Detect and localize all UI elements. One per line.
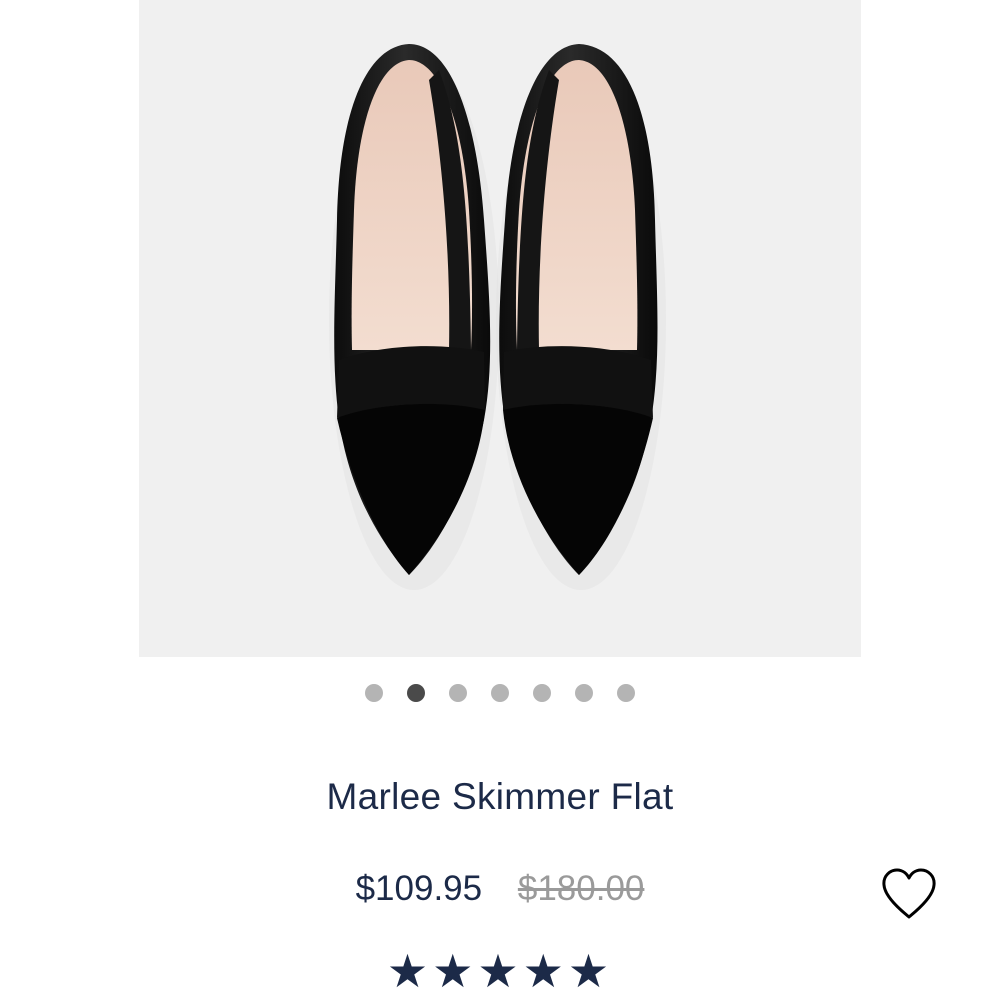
rating-stars[interactable]: ★★★★★ — [0, 948, 1000, 994]
carousel-dot-6[interactable] — [575, 684, 593, 702]
left-shoe — [329, 44, 499, 590]
carousel-dot-5[interactable] — [533, 684, 551, 702]
sale-price: $109.95 — [355, 869, 483, 908]
shoe-illustration — [329, 44, 666, 590]
product-title: Marlee Skimmer Flat — [326, 776, 674, 817]
image-carousel-dots — [0, 684, 1000, 704]
carousel-dot-4[interactable] — [491, 684, 509, 702]
original-price: $180.00 — [517, 869, 645, 908]
carousel-dot-3[interactable] — [449, 684, 467, 702]
carousel-dot-2-active[interactable] — [407, 684, 425, 702]
wishlist-button[interactable] — [880, 866, 938, 922]
price-row: $109.95 $180.00 — [0, 869, 1000, 909]
product-detail-page: Marlee Skimmer Flat $109.95 $180.00 ★★★★… — [0, 0, 1000, 1000]
heart-outline-icon — [882, 868, 936, 919]
right-shoe — [496, 44, 666, 590]
carousel-dot-7[interactable] — [617, 684, 635, 702]
carousel-dot-1[interactable] — [365, 684, 383, 702]
product-image[interactable] — [139, 0, 861, 657]
